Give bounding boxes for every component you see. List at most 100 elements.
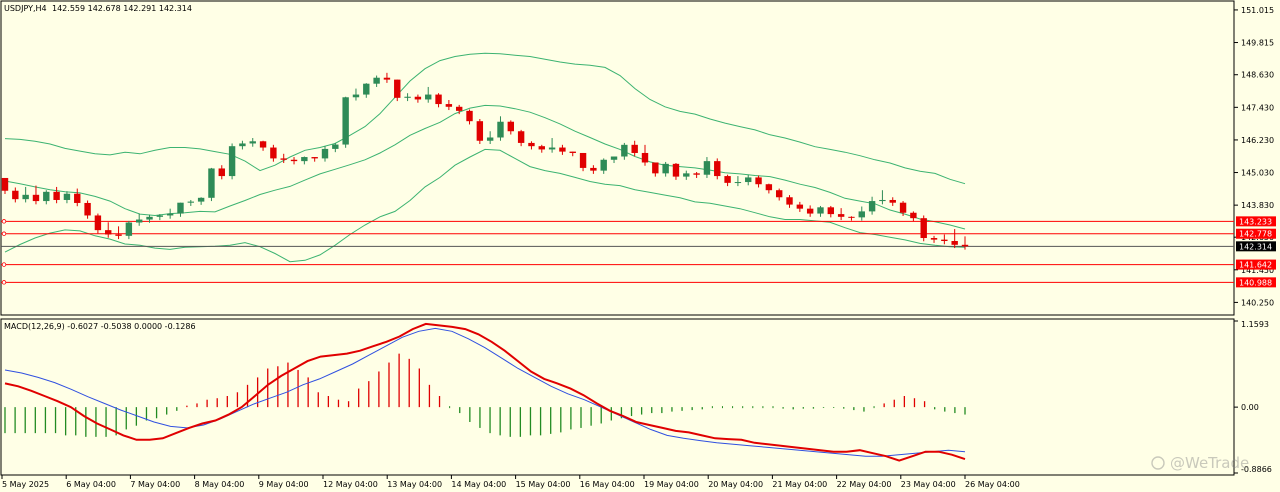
candle-bull [548, 147, 556, 150]
candle-bear [693, 173, 700, 175]
candle-bear [590, 167, 597, 171]
candle-bear [455, 106, 463, 111]
candle-bear [569, 151, 576, 153]
candle-bull [146, 216, 153, 220]
candle-bull [683, 173, 690, 177]
candle-bear [786, 197, 793, 205]
level-tag-label: 143.233 [1239, 217, 1272, 226]
macd-label: MACD(12,26,9) -0.6027 -0.5038 0.0000 -0.… [4, 322, 196, 331]
candle-bear [941, 239, 948, 242]
candle-bull [858, 211, 865, 218]
candle-bull [817, 207, 824, 214]
candle-bull [342, 97, 349, 145]
candle-bear [848, 216, 855, 218]
candle-bear [94, 215, 102, 231]
candle-bear [528, 142, 535, 147]
candle-bear [652, 162, 659, 174]
candle-bear [951, 241, 958, 245]
candle-bull [404, 96, 411, 98]
price-tick-label: 147.430 [1241, 103, 1274, 112]
candle-bull [610, 156, 618, 160]
price-tick-label: 143.830 [1241, 201, 1274, 210]
candle-bull [249, 141, 256, 144]
ohlc-readout: 142.559 142.678 142.291 142.314 [52, 4, 192, 13]
candle-bear [827, 207, 835, 215]
candle-bear [899, 202, 907, 213]
candle-bull [321, 148, 329, 159]
candle-bear [218, 168, 225, 177]
candle-bear [280, 158, 287, 160]
candle-bear [74, 193, 81, 203]
candle-bull [135, 219, 143, 223]
trading-chart[interactable]: 151.015 149.815 148.630 147.430 146.230 145.0… [0, 0, 1280, 492]
level-tag-label: 140.988 [1239, 278, 1272, 287]
candle-bull [497, 121, 504, 138]
level-tag-label: 141.642 [1239, 261, 1272, 270]
candle-bear [961, 244, 969, 247]
candle-bear [724, 176, 731, 183]
candle-bear [476, 121, 484, 141]
candle-bear [775, 190, 783, 198]
candle-bear [115, 234, 122, 236]
candle-bear [84, 202, 91, 216]
candle-bear [53, 191, 60, 200]
candle-bear [507, 121, 515, 132]
time-tick-label: 19 May 04:00 [644, 480, 699, 489]
candle-bull [745, 177, 752, 183]
level-anchor [1, 219, 7, 224]
candle-bull [22, 194, 29, 200]
candle-bull [734, 182, 742, 184]
candle-bull [621, 144, 628, 157]
time-tick-label: 9 May 04:00 [259, 480, 309, 489]
candle-bear [311, 157, 318, 159]
candle-bull [373, 77, 380, 84]
candle-bear [383, 77, 391, 80]
candle-bull [177, 202, 184, 214]
time-tick-label: 14 May 04:00 [451, 480, 506, 489]
candle-bull [301, 157, 308, 162]
candle-bull [63, 193, 71, 200]
candle-bear [12, 190, 19, 200]
level-tag-label: 142.778 [1239, 230, 1272, 239]
candle-bear [414, 96, 422, 100]
level-anchor [1, 280, 7, 285]
candle-bear [466, 110, 473, 122]
time-tick-label: 6 May 04:00 [66, 480, 116, 489]
candle-bull [600, 159, 607, 171]
candle-bull [239, 143, 246, 147]
candle-bull [228, 146, 236, 177]
candle-bear [445, 104, 453, 107]
time-tick-label: 8 May 04:00 [195, 480, 245, 489]
candle-bear [755, 177, 762, 185]
candle-bull [352, 94, 360, 98]
time-tick-label: 5 May 2025 [2, 480, 49, 489]
candle-bull [425, 94, 432, 100]
price-tick-label: 145.030 [1241, 169, 1274, 178]
candle-bear [714, 161, 721, 177]
candle-bear [32, 194, 40, 202]
candle-bull [703, 161, 711, 175]
candle-bull [486, 137, 494, 141]
time-tick-label: 20 May 04:00 [708, 480, 763, 489]
current-price-label: 142.314 [1239, 242, 1272, 251]
candle-bear [394, 79, 401, 98]
candle-bear [837, 214, 845, 217]
candle-bull [332, 144, 339, 149]
candle-bear [105, 230, 112, 235]
level-anchor [1, 262, 7, 267]
price-tick-label: 146.230 [1241, 136, 1274, 145]
candle-bear [290, 159, 298, 162]
candle-bear [579, 152, 587, 168]
macd-tick-label: 1.1593 [1241, 320, 1269, 329]
candle-bull [208, 168, 215, 198]
candle-bear [910, 212, 917, 219]
time-tick-label: 15 May 04:00 [516, 480, 571, 489]
candle-bear [930, 238, 938, 240]
candle-bull [43, 191, 50, 202]
time-tick-label: 23 May 04:00 [901, 480, 956, 489]
candle-bull [125, 222, 133, 236]
candle-bear [796, 204, 804, 209]
candle-bull [197, 197, 205, 202]
candle-bull [363, 83, 370, 95]
candle-bear [270, 147, 277, 159]
